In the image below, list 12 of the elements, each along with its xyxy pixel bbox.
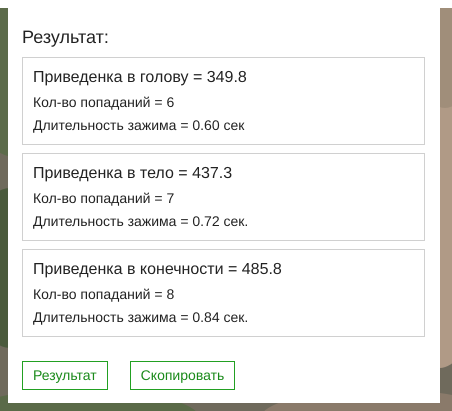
result-line: Кол-во попаданий = 7	[33, 189, 176, 207]
action-button[interactable]: Скопировать	[130, 361, 236, 390]
result-line: Длительность зажима = 0.60 сек	[33, 116, 246, 134]
result-line: Кол-во попаданий = 6	[33, 93, 176, 111]
result-title: Результат:	[22, 26, 110, 48]
result-line: Кол-во попаданий = 8	[33, 285, 176, 303]
result-line: Длительность зажима = 0.72 сек.	[33, 212, 250, 230]
result-line: Длительность зажима = 0.84 сек.	[33, 308, 250, 326]
result-heading: Приведенка в тело = 437.3	[33, 164, 234, 184]
result-heading: Приведенка в голову = 349.8	[33, 68, 248, 88]
action-button[interactable]: Результат	[22, 361, 108, 390]
result-heading: Приведенка в конечности = 485.8	[33, 260, 283, 280]
